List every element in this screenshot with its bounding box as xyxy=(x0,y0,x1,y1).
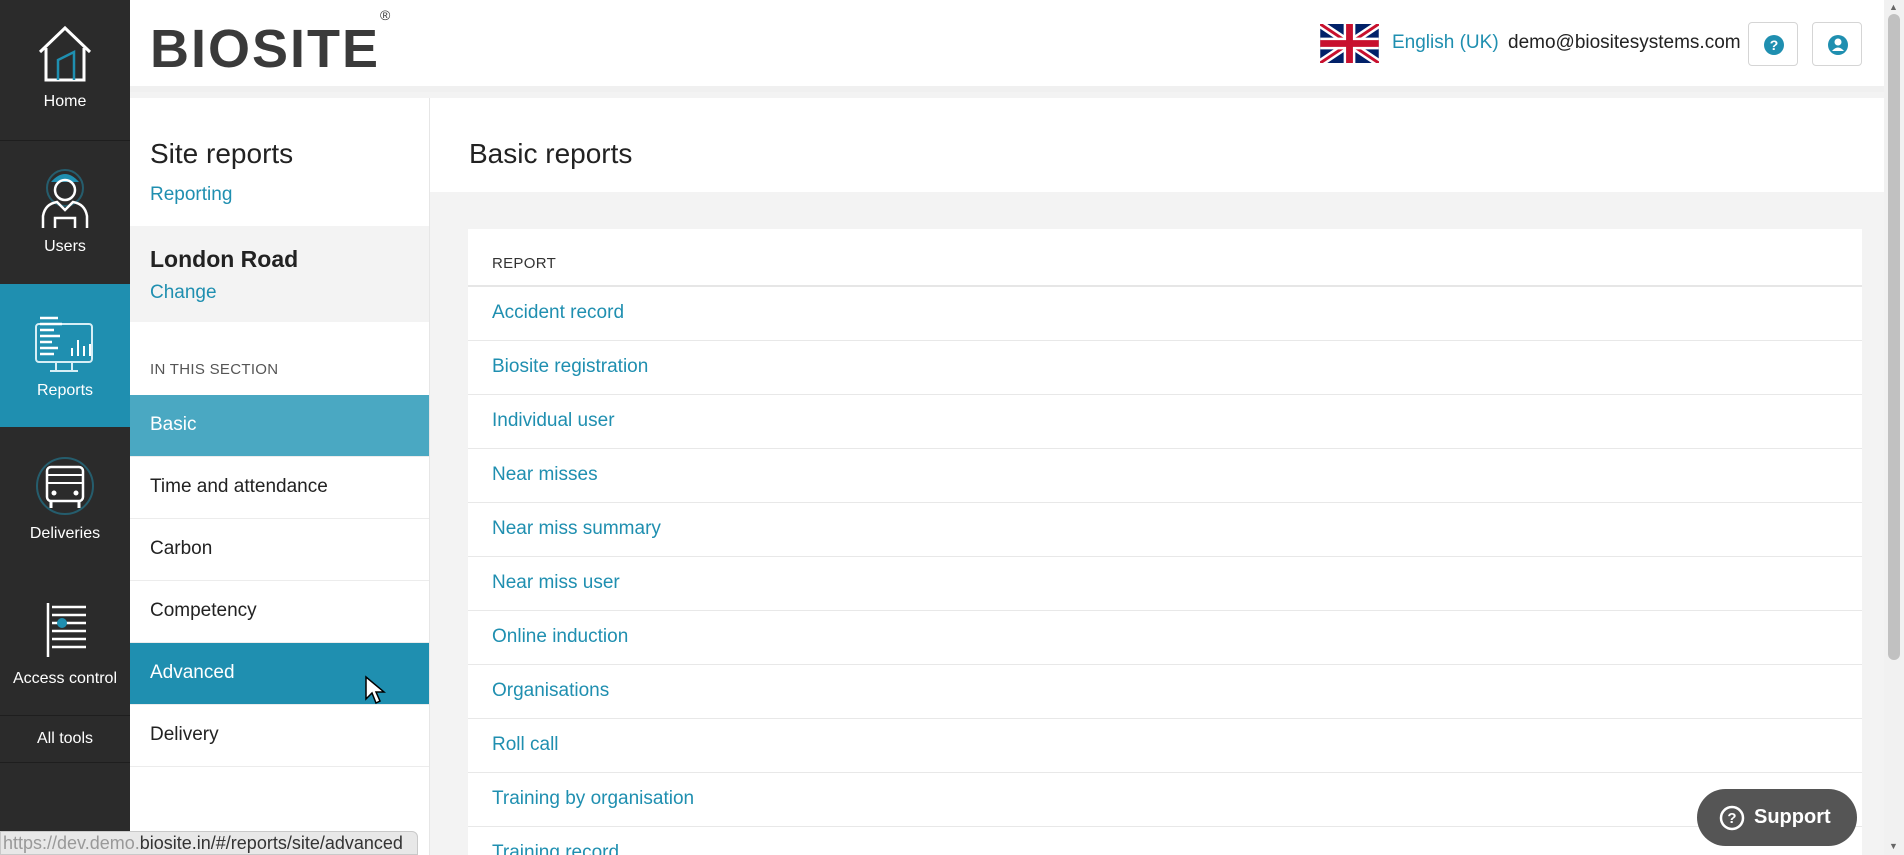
reports-icon xyxy=(35,316,93,372)
user-email[interactable]: demo@biositesystems.com xyxy=(1508,32,1741,54)
table-row[interactable]: Accident record xyxy=(468,287,1862,341)
nav-all-tools[interactable]: All tools xyxy=(0,715,130,763)
report-link[interactable]: Accident record xyxy=(492,302,624,324)
logo-mark: ® xyxy=(380,7,391,23)
report-link[interactable]: Near miss summary xyxy=(492,518,661,540)
table-row[interactable]: Training record xyxy=(468,827,1862,855)
sidebar-item-label: Advanced xyxy=(150,662,235,683)
page-title: Basic reports xyxy=(469,138,633,169)
table-row[interactable]: Near misses xyxy=(468,449,1862,503)
report-link[interactable]: Online induction xyxy=(492,626,628,648)
house-icon xyxy=(38,25,92,82)
report-link[interactable]: Organisations xyxy=(492,680,609,702)
nav-reports-label: Reports xyxy=(36,382,94,399)
status-bar-url: https://dev.demo.biosite.in/#/reports/si… xyxy=(0,831,418,855)
nav-users[interactable]: Users xyxy=(0,140,130,284)
table-row[interactable]: Training by organisation xyxy=(468,773,1862,827)
table-row[interactable]: Near miss summary xyxy=(468,503,1862,557)
biosite-logo[interactable]: BIOSITE® xyxy=(150,7,390,76)
nav-reports[interactable]: Reports xyxy=(0,284,130,427)
top-header: BIOSITE® English (UK) demo@biositesystem… xyxy=(130,0,1884,92)
svg-text:?: ? xyxy=(1727,810,1736,827)
table-row[interactable]: Individual user xyxy=(468,395,1862,449)
truck-icon xyxy=(36,457,94,515)
nav-deliveries[interactable]: Deliveries xyxy=(0,427,130,571)
main-header: Basic reports xyxy=(430,98,1884,192)
status-url-prefix: https://dev.demo. xyxy=(3,833,140,853)
report-link[interactable]: Near miss user xyxy=(492,572,620,594)
sidebar-item-basic[interactable]: Basic xyxy=(130,395,429,457)
report-link[interactable]: Biosite registration xyxy=(492,356,648,378)
table-row[interactable]: Online induction xyxy=(468,611,1862,665)
report-link[interactable]: Training record xyxy=(492,842,619,855)
sidebar-item-carbon[interactable]: Carbon xyxy=(130,519,429,581)
sidebar-item-time-and-attendance[interactable]: Time and attendance xyxy=(130,457,429,519)
support-button[interactable]: ? Support xyxy=(1697,789,1857,846)
section-label: IN THIS SECTION xyxy=(150,361,279,378)
access-control-icon xyxy=(46,603,86,657)
report-link[interactable]: Individual user xyxy=(492,410,615,432)
scroll-down-icon[interactable]: ▼ xyxy=(1889,841,1898,851)
scrollbar-thumb[interactable] xyxy=(1888,14,1900,660)
table-row[interactable]: Biosite registration xyxy=(468,341,1862,395)
site-selector: London Road Change xyxy=(130,226,429,322)
section-sidebar: Site reports Reporting London Road Chang… xyxy=(130,98,430,855)
svg-text:?: ? xyxy=(1770,37,1779,53)
nav-all-tools-label: All tools xyxy=(36,730,94,747)
table-row[interactable]: Near miss user xyxy=(468,557,1862,611)
sidebar-item-label: Competency xyxy=(150,600,257,621)
user-menu-button[interactable] xyxy=(1812,22,1862,66)
report-link[interactable]: Roll call xyxy=(492,734,559,756)
report-link[interactable]: Training by organisation xyxy=(492,788,694,810)
sidebar-item-label: Carbon xyxy=(150,538,213,559)
nav-home[interactable]: Home xyxy=(0,0,130,140)
user-circle-icon xyxy=(1828,35,1848,55)
uk-flag-icon[interactable] xyxy=(1320,24,1379,63)
logo-text: BIOSITE xyxy=(150,19,381,79)
main-nav: Home Users Reports Deliveries Access con… xyxy=(0,0,130,855)
language-selector[interactable]: English (UK) xyxy=(1392,32,1499,54)
sidebar-item-label: Basic xyxy=(150,414,197,435)
sidebar-item-label: Delivery xyxy=(150,724,219,745)
page-scrollbar[interactable]: ▲ ▼ xyxy=(1884,0,1904,855)
report-link[interactable]: Near misses xyxy=(492,464,598,486)
worker-icon xyxy=(41,169,89,228)
sidebar-title: Site reports xyxy=(150,138,294,169)
table-row[interactable]: Roll call xyxy=(468,719,1862,773)
status-url-rest: biosite.in/#/reports/site/advanced xyxy=(139,833,403,853)
mouse-cursor-icon xyxy=(365,675,386,705)
nav-access-control-label: Access control xyxy=(12,670,118,687)
nav-home-label: Home xyxy=(43,93,87,110)
table-row[interactable]: Organisations xyxy=(468,665,1862,719)
support-label: Support xyxy=(1754,806,1831,828)
site-change-link[interactable]: Change xyxy=(150,282,217,304)
sidebar-item-label: Time and attendance xyxy=(150,476,328,497)
sidebar-breadcrumb-reporting[interactable]: Reporting xyxy=(150,184,232,206)
sidebar-item-competency[interactable]: Competency xyxy=(130,581,429,643)
sidebar-item-delivery[interactable]: Delivery xyxy=(130,705,429,767)
scroll-up-icon[interactable]: ▲ xyxy=(1889,2,1898,12)
nav-access-control[interactable]: Access control xyxy=(0,571,130,715)
site-name: London Road xyxy=(150,246,299,272)
help-button[interactable]: ? xyxy=(1748,22,1798,66)
question-circle-icon: ? xyxy=(1719,805,1745,831)
column-header-report: REPORT xyxy=(492,255,557,272)
report-table: REPORT Accident record Biosite registrati… xyxy=(468,229,1862,855)
question-circle-icon: ? xyxy=(1764,35,1784,55)
app-root: Home Users Reports Deliveries Access con… xyxy=(0,0,1904,855)
nav-deliveries-label: Deliveries xyxy=(29,525,101,542)
nav-users-label: Users xyxy=(44,238,86,255)
